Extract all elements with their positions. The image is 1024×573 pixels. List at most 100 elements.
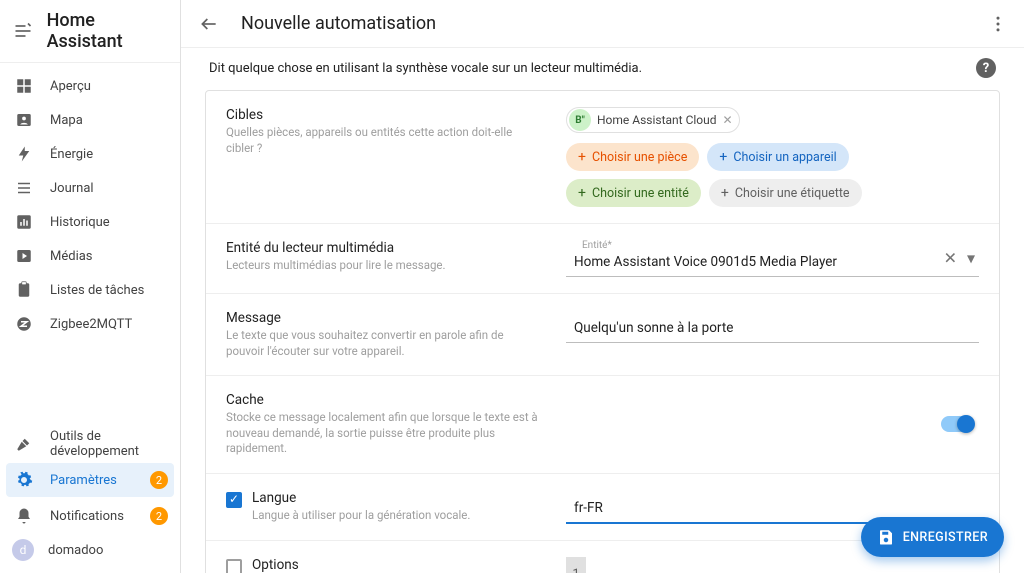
sidebar-item-overview[interactable]: Aperçu [0,69,180,103]
clipboard-icon [12,281,36,299]
options-prefix: 1 [566,557,586,573]
sidebar-item-energy[interactable]: Énergie [0,137,180,171]
choose-entity-chip[interactable]: + Choisir une entité [566,179,701,207]
zigbee-icon [12,315,36,333]
help-button[interactable]: ? [976,58,996,78]
clear-button[interactable]: ✕ [944,249,957,268]
media-entity-title: Entité du lecteur multimédia [226,240,542,256]
chip-label: Choisir une étiquette [735,186,850,201]
sidebar-item-logbook[interactable]: Journal [0,171,180,205]
choose-device-chip[interactable]: + Choisir un appareil [707,143,848,171]
sidebar-item-notifications[interactable]: Notifications 2 [0,499,180,533]
sidebar-items: Aperçu Mapa Énergie Journal Historique M… [0,63,180,573]
language-checkbox[interactable] [226,492,242,508]
sidebar-item-label: Outils de développement [50,429,168,459]
save-icon [877,528,895,546]
user-avatar: d [12,539,34,561]
sidebar: Home Assistant Aperçu Mapa Énergie Journ… [0,0,181,573]
hammer-icon [12,435,36,453]
section-cache: Cache Stocke ce message localement afin … [206,376,999,474]
lightning-icon [12,145,36,163]
cache-sub: Stocke ce message localement afin que lo… [226,410,542,457]
plus-icon: + [721,185,729,201]
remove-chip-button[interactable]: ✕ [723,113,733,127]
description-row: Dit quelque chose en utilisant la synthè… [197,48,1008,90]
save-fab[interactable]: ENREGISTRER [861,517,1004,557]
sidebar-item-zigbee[interactable]: Zigbee2MQTT [0,307,180,341]
plus-icon: + [578,149,586,165]
chart-icon [12,213,36,231]
options-input[interactable]: 1 [566,557,979,573]
sidebar-item-label: Paramètres [50,473,150,488]
account-box-icon [12,111,36,129]
sidebar-item-label: Notifications [50,509,150,524]
save-label: ENREGISTRER [903,530,988,545]
sidebar-header: Home Assistant [0,0,180,63]
media-entity-select[interactable]: Entité* Home Assistant Voice 0901d5 Medi… [566,240,979,277]
sidebar-item-label: Médias [50,249,168,264]
play-box-icon [12,247,36,265]
bell-icon [12,507,36,525]
sidebar-item-label: Zigbee2MQTT [50,317,168,332]
choose-room-chip[interactable]: + Choisir une pièce [566,143,699,171]
notifications-badge: 2 [150,507,168,525]
overflow-menu-button[interactable] [988,14,1008,34]
app-title: Home Assistant [47,10,168,52]
dashboard-icon [12,77,36,95]
choose-label-chip[interactable]: + Choisir une étiquette [709,179,862,207]
sidebar-item-devtools[interactable]: Outils de développement [0,427,180,461]
media-entity-value: Home Assistant Voice 0901d5 Media Player [566,240,979,276]
plus-icon: + [719,149,727,165]
sidebar-item-user[interactable]: d domadoo [0,533,180,567]
sidebar-item-todo[interactable]: Listes de tâches [0,273,180,307]
page-title: Nouvelle automatisation [241,13,988,34]
menu-icon [13,21,33,41]
gear-icon [12,471,36,489]
sidebar-item-label: Listes de tâches [50,283,168,298]
cache-switch[interactable] [941,416,973,432]
targets-title: Cibles [226,107,542,123]
sidebar-item-label: Énergie [50,147,168,162]
arrow-left-icon [199,14,219,34]
cache-title: Cache [226,392,542,408]
sidebar-item-media[interactable]: Médias [0,239,180,273]
sidebar-item-settings[interactable]: Paramètres 2 [6,463,174,497]
settings-badge: 2 [150,471,168,489]
sidebar-item-map[interactable]: Mapa [0,103,180,137]
sidebar-item-label: Mapa [50,113,168,128]
chip-label: Choisir une pièce [592,150,687,165]
main: Nouvelle automatisation Dit quelque chos… [181,0,1024,573]
sidebar-item-label: Journal [50,181,168,196]
section-targets: Cibles Quelles pièces, appareils ou enti… [206,91,999,224]
sidebar-item-label: Aperçu [50,79,168,94]
section-media-entity: Entité du lecteur multimédia Lecteurs mu… [206,224,999,294]
sidebar-item-history[interactable]: Historique [0,205,180,239]
dots-vertical-icon [988,14,1008,34]
menu-toggle-button[interactable] [12,19,35,43]
media-entity-sub: Lecteurs multimédias pour lire le messag… [226,258,542,274]
field-label: Entité* [574,240,612,251]
message-input[interactable] [566,310,979,343]
topbar: Nouvelle automatisation [181,0,1024,48]
description-text: Dit quelque chose en utilisant la synthè… [209,61,976,76]
options-title: Options [252,557,542,573]
message-sub: Le texte que vous souhaitez convertir en… [226,328,542,359]
list-icon [12,179,36,197]
target-entity-chip[interactable]: B" Home Assistant Cloud ✕ [566,107,740,133]
sidebar-item-label: domadoo [48,543,168,558]
sidebar-item-label: Historique [50,215,168,230]
message-title: Message [226,310,542,326]
action-card: Cibles Quelles pièces, appareils ou enti… [205,90,1000,573]
chip-label: Choisir un appareil [733,150,836,165]
target-entity-label: Home Assistant Cloud [597,113,717,127]
options-checkbox[interactable] [226,559,242,573]
language-sub: Langue à utiliser pour la génération voc… [252,508,542,524]
content: Dit quelque chose en utilisant la synthè… [181,48,1024,573]
chip-label: Choisir une entité [592,186,689,201]
plus-icon: + [578,185,586,201]
section-message: Message Le texte que vous souhaitez conv… [206,294,999,376]
language-title: Langue [252,490,542,506]
dropdown-button[interactable]: ▾ [967,249,975,268]
back-button[interactable] [197,12,221,36]
cloud-tts-icon: B" [569,109,591,131]
